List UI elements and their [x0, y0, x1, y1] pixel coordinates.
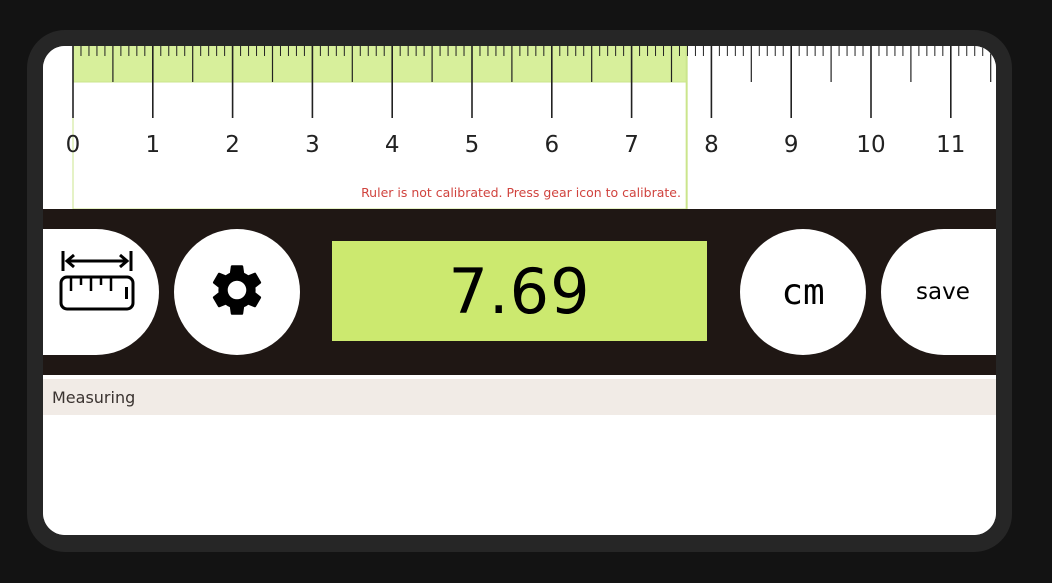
calibrate-button[interactable] — [43, 229, 159, 355]
measurement-display: 7.69 — [332, 241, 707, 341]
app-screen: 0 1 2 3 4 5 6 7 8 9 10 11 Ruler is not calibrated. … — [43, 46, 996, 535]
measured-highlight — [73, 46, 687, 82]
ruler-label: 0 — [66, 132, 81, 158]
control-panel: 7.69 cm save — [43, 209, 996, 375]
content-area — [43, 415, 996, 535]
ruler-label: 11 — [936, 132, 965, 158]
ruler-label: 3 — [305, 132, 320, 158]
unit-label: cm — [781, 271, 825, 313]
ruler-label: 4 — [385, 132, 400, 158]
ruler-label: 8 — [704, 132, 719, 158]
status-bar: Measuring — [43, 379, 996, 415]
save-button[interactable]: save — [881, 229, 996, 355]
status-label: Measuring — [52, 387, 136, 407]
ruler-calibrate-icon — [59, 251, 135, 317]
ruler-label: 10 — [856, 132, 885, 158]
ruler[interactable]: 0 1 2 3 4 5 6 7 8 9 10 11 Ruler is not calibrated. … — [43, 46, 996, 209]
save-label: save — [916, 279, 970, 305]
ruler-label: 2 — [225, 132, 240, 158]
unit-toggle-button[interactable]: cm — [740, 229, 866, 355]
measurement-value: 7.69 — [448, 254, 591, 328]
settings-button[interactable] — [174, 229, 300, 355]
ruler-label: 5 — [465, 132, 480, 158]
ruler-label: 9 — [784, 132, 799, 158]
gear-icon — [206, 259, 268, 325]
ruler-label: 7 — [624, 132, 639, 158]
calibration-warning: Ruler is not calibrated. Press gear icon… — [361, 185, 681, 200]
ruler-label: 6 — [544, 132, 559, 158]
ruler-label: 1 — [145, 132, 160, 158]
